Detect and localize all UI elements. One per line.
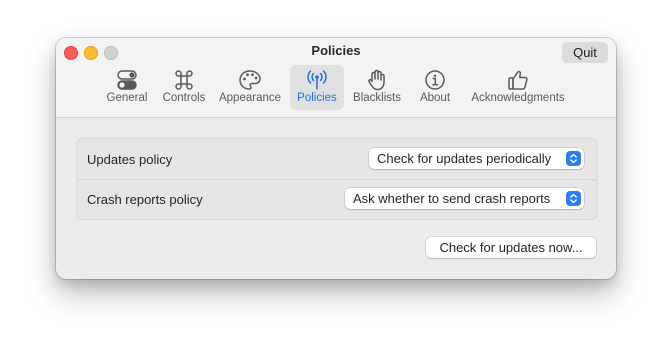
- thumbs-up-icon: [506, 69, 530, 91]
- tab-label: About: [419, 92, 451, 104]
- tab-label: Policies: [297, 92, 337, 104]
- palette-icon: [238, 69, 262, 91]
- command-icon: [172, 69, 196, 91]
- tab-label: General: [106, 92, 148, 104]
- updates-policy-label: Updates policy: [87, 152, 173, 167]
- updates-policy-select[interactable]: Check for updates periodically: [369, 148, 584, 169]
- check-for-updates-button[interactable]: Check for updates now...: [426, 237, 596, 258]
- tab-blacklists[interactable]: Blacklists: [348, 65, 406, 110]
- antenna-icon: [305, 69, 329, 91]
- quit-button[interactable]: Quit: [562, 42, 608, 63]
- crash-reports-policy-value: Ask whether to send crash reports: [353, 191, 551, 206]
- crash-reports-policy-row: Crash reports policy Ask whether to send…: [77, 179, 597, 219]
- hand-raised-icon: [365, 69, 389, 91]
- tab-acknowledgments[interactable]: Acknowledgments: [466, 65, 570, 110]
- tab-label: Blacklists: [353, 92, 401, 104]
- tab-controls[interactable]: Controls: [157, 65, 211, 110]
- info-icon: [423, 69, 447, 91]
- chevron-up-down-icon: [566, 151, 581, 166]
- updates-policy-row: Updates policy Check for updates periodi…: [77, 139, 597, 180]
- toggles-icon: [115, 69, 139, 91]
- policies-settings-panel: Updates policy Check for updates periodi…: [76, 138, 598, 220]
- window-title: Policies: [311, 43, 361, 58]
- preferences-window: Policies Quit General Controls Appearanc…: [56, 38, 616, 279]
- crash-reports-policy-label: Crash reports policy: [87, 192, 203, 207]
- crash-reports-policy-select[interactable]: Ask whether to send crash reports: [345, 188, 584, 209]
- tab-appearance[interactable]: Appearance: [216, 65, 284, 110]
- updates-policy-value: Check for updates periodically: [377, 151, 552, 166]
- tab-label: Acknowledgments: [471, 92, 565, 104]
- tab-policies[interactable]: Policies: [290, 65, 344, 110]
- tab-about[interactable]: About: [410, 65, 460, 110]
- tab-general[interactable]: General: [100, 65, 154, 110]
- chevron-up-down-icon: [566, 191, 581, 206]
- tab-label: Controls: [162, 92, 206, 104]
- toolbar: Policies Quit General Controls Appearanc…: [56, 38, 616, 118]
- tab-label: Appearance: [218, 92, 282, 104]
